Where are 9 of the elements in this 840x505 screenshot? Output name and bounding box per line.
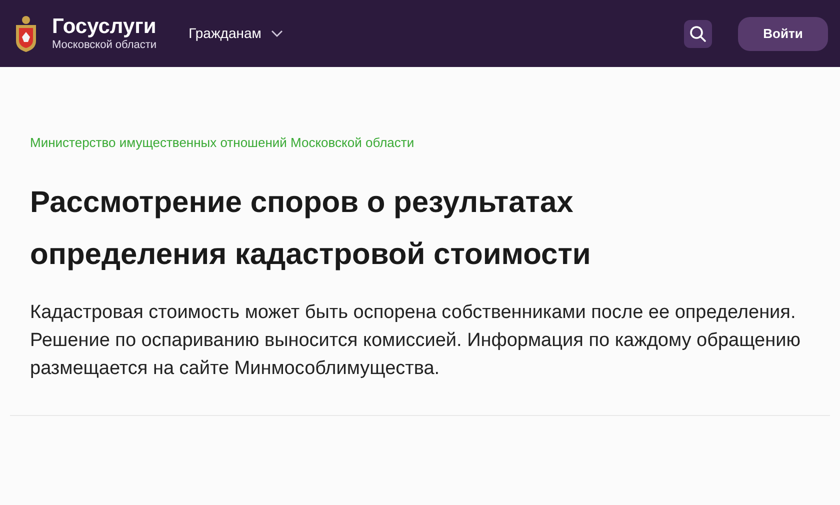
chevron-icon [271,30,284,38]
logo-title[interactable]: Госуслуги [52,16,157,38]
search-icon [689,24,707,42]
logo-subtitle: Московской области [52,38,157,52]
login-button[interactable]: Войти [738,16,828,50]
search-button[interactable] [684,20,712,48]
nav-menu[interactable]: Гражданам [188,23,284,44]
page-description: Кадастровая стоимость может быть оспорена собственниками после ее определения. Решение по оспариванию выносится комиссией. Информация по каждому обращению размещается на сайте Минмособлимущества. [30,301,802,381]
page-title: Рассмотрение споров о результатах определения кадастровой стоимости [30,185,592,273]
